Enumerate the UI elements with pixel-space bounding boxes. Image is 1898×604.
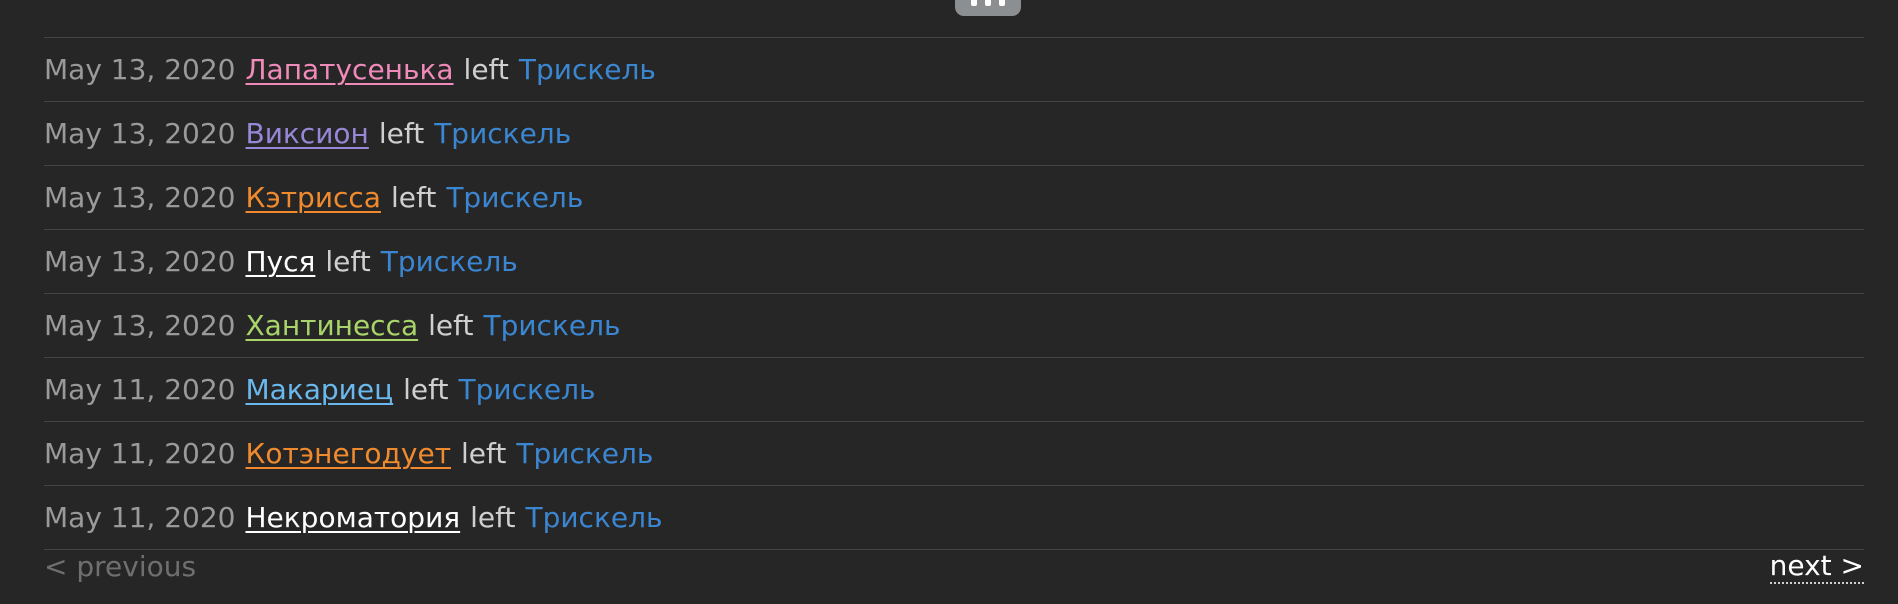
badge-dot [971, 0, 977, 6]
log-entry: May 13, 2020 Лапатусенька left Трискель [44, 38, 1864, 102]
membership-log: May 13, 2020 Лапатусенька left Трискель … [44, 37, 1864, 550]
group-link[interactable]: Трискель [519, 53, 656, 86]
user-link[interactable]: Лапатусенька [245, 53, 453, 86]
log-entry: May 13, 2020 Хантинесса left Трискель [44, 294, 1864, 358]
previous-link: < previous [44, 550, 197, 583]
group-link[interactable]: Трискель [381, 245, 518, 278]
user-link[interactable]: Некроматория [245, 501, 460, 534]
group-link[interactable]: Трискель [446, 181, 583, 214]
user-link[interactable]: Пуся [245, 245, 315, 278]
user-link[interactable]: Макариец [245, 373, 393, 406]
entry-date: May 13, 2020 [44, 309, 236, 342]
action-text: left [461, 437, 507, 470]
entry-date: May 13, 2020 [44, 245, 236, 278]
action-text: left [428, 309, 474, 342]
action-text: left [470, 501, 516, 534]
action-text: left [325, 245, 371, 278]
user-link[interactable]: Виксион [245, 117, 368, 150]
entry-date: May 11, 2020 [44, 501, 236, 534]
group-link[interactable]: Трискель [525, 501, 662, 534]
log-entry: May 13, 2020 Кэтрисса left Трискель [44, 166, 1864, 230]
log-entry: May 11, 2020 Макариец left Трискель [44, 358, 1864, 422]
avatar-badge-icon [955, 0, 1021, 16]
user-link[interactable]: Кэтрисса [245, 181, 380, 214]
user-link[interactable]: Котэнегодует [245, 437, 451, 470]
entry-date: May 11, 2020 [44, 373, 236, 406]
entry-date: May 11, 2020 [44, 437, 236, 470]
badge-dot [985, 0, 991, 6]
log-entry: May 13, 2020 Виксион left Трискель [44, 102, 1864, 166]
entry-date: May 13, 2020 [44, 181, 236, 214]
action-text: left [403, 373, 449, 406]
log-entry: May 13, 2020 Пуся left Трискель [44, 230, 1864, 294]
group-link[interactable]: Трискель [516, 437, 653, 470]
action-text: left [390, 181, 437, 214]
log-entry: May 11, 2020 Некроматория left Трискель [44, 486, 1864, 550]
group-link[interactable]: Трискель [483, 309, 620, 342]
user-link[interactable]: Хантинесса [245, 309, 418, 342]
group-link[interactable]: Трискель [434, 117, 571, 150]
group-link[interactable]: Трискель [459, 373, 596, 406]
entry-date: May 13, 2020 [44, 53, 236, 86]
action-text: left [378, 117, 425, 150]
badge-dot [999, 0, 1005, 6]
next-link[interactable]: next > [1769, 550, 1864, 584]
action-text: left [463, 53, 509, 86]
log-entry: May 11, 2020 Котэнегодует left Трискель [44, 422, 1864, 486]
entry-date: May 13, 2020 [44, 117, 236, 150]
pagination: < previous next > [44, 548, 1864, 588]
